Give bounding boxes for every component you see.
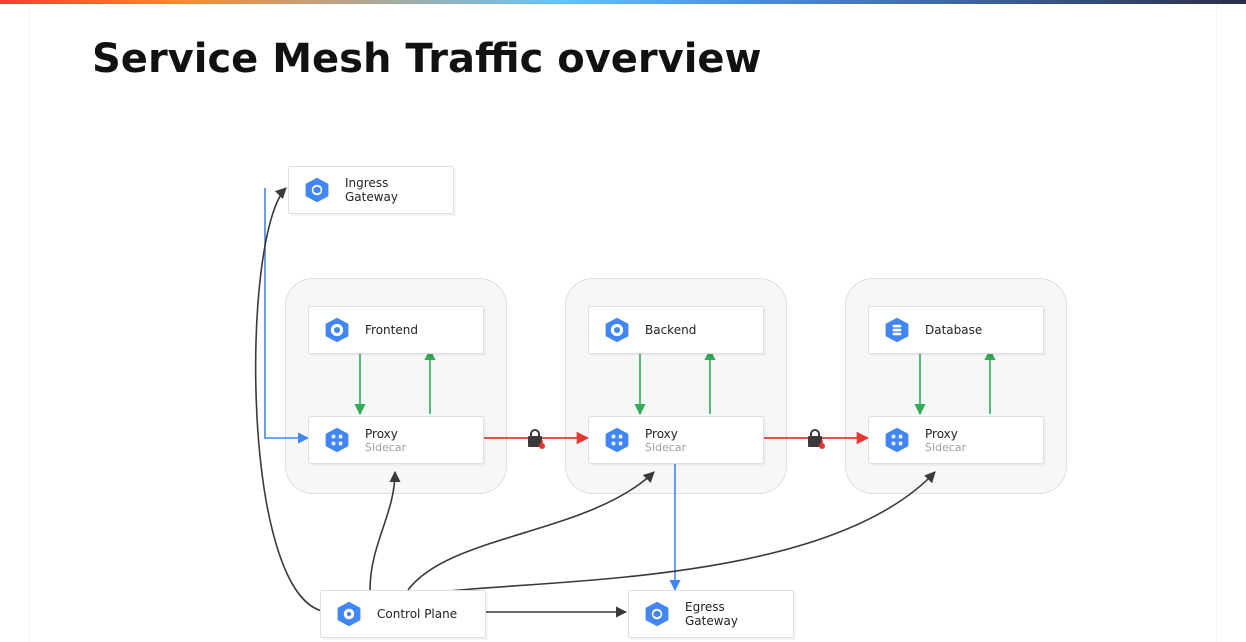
hexagon-icon [883,426,911,454]
node-proxy-frontend: Proxy Sidecar [308,416,484,464]
edges-layer [30,114,1216,642]
hexagon-icon [643,600,671,628]
hexagon-icon [335,600,363,628]
hexagon-icon [303,176,331,204]
node-label: Proxy [925,427,966,441]
node-label: Control Plane [377,607,457,621]
node-labels: Proxy Sidecar [645,427,686,454]
node-proxy-database: Proxy Sidecar [868,416,1044,464]
lock-icon [804,426,828,450]
hexagon-icon [323,316,351,344]
node-proxy-backend: Proxy Sidecar [588,416,764,464]
node-ingress-gateway: Ingress Gateway [288,166,454,214]
hexagon-icon [883,316,911,344]
hexagon-icon [603,316,631,344]
node-label: Proxy [645,427,686,441]
hexagon-icon [603,426,631,454]
node-egress-gateway: Egress Gateway [628,590,794,638]
node-control-plane: Control Plane [320,590,486,638]
node-labels: Proxy Sidecar [365,427,406,454]
node-label: Ingress Gateway [345,176,439,204]
node-sublabel: Sidecar [645,441,686,454]
node-label: Frontend [365,323,418,337]
hexagon-icon [323,426,351,454]
node-labels: Proxy Sidecar [925,427,966,454]
node-label: Proxy [365,427,406,441]
node-frontend: Frontend [308,306,484,354]
node-label: Egress Gateway [685,600,779,628]
node-backend: Backend [588,306,764,354]
lock-icon [524,426,548,450]
page-title: Service Mesh Traffic overview [30,4,1216,82]
node-sublabel: Sidecar [925,441,966,454]
diagram-stage: Ingress Gateway Frontend Backend Databas… [30,114,1216,642]
node-label: Database [925,323,982,337]
node-database: Database [868,306,1044,354]
node-label: Backend [645,323,696,337]
node-sublabel: Sidecar [365,441,406,454]
